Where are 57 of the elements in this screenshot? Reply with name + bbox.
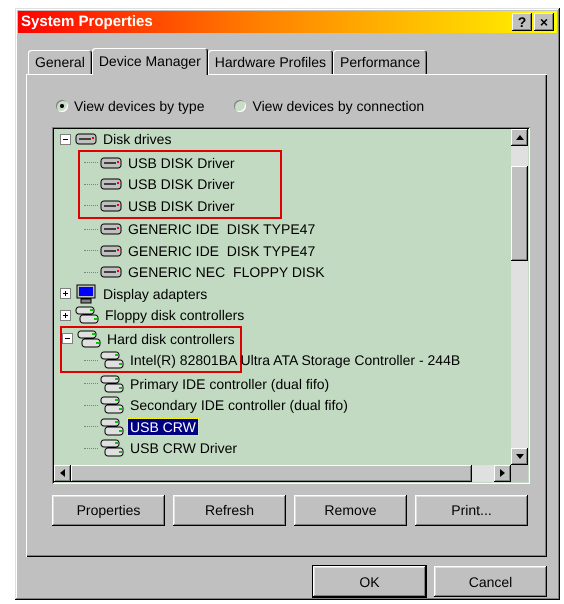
arrow-icon xyxy=(516,454,524,459)
tree-item[interactable]: Disk drives xyxy=(101,131,174,148)
radio-button[interactable] xyxy=(234,100,246,112)
disk-drive-icon xyxy=(100,244,122,257)
window-title: System Properties xyxy=(21,13,154,30)
tree-item[interactable]: USB DISK Driver xyxy=(126,176,237,192)
help-button[interactable]: ? xyxy=(512,12,532,31)
dialog-button[interactable]: Cancel xyxy=(434,566,547,597)
horizontal-scrollbar[interactable] xyxy=(54,464,511,482)
controller-icon xyxy=(77,330,101,348)
dialog-button[interactable]: OK xyxy=(313,566,426,597)
expand-box[interactable] xyxy=(60,288,71,300)
radio-label[interactable]: View devices by connection xyxy=(252,98,424,114)
tree-item[interactable]: GENERIC IDE DISK TYPE47 xyxy=(126,242,318,259)
arrow-icon xyxy=(60,469,65,478)
tree-item[interactable]: Floppy disk controllers xyxy=(103,307,246,324)
tree-item[interactable]: GENERIC NEC FLOPPY DISK xyxy=(126,264,327,280)
disk-drive-icon xyxy=(100,266,122,278)
tree-item[interactable]: USB CRW Driver xyxy=(128,440,240,456)
expand-box[interactable] xyxy=(60,310,71,321)
vertical-scrollbar[interactable] xyxy=(511,128,528,465)
disk-drive-icon xyxy=(100,178,122,190)
controller-icon xyxy=(100,418,124,436)
tab[interactable]: Device Manager xyxy=(92,48,208,75)
tree-item[interactable]: Hard disk controllers xyxy=(105,330,237,347)
scrollbar-corner xyxy=(511,464,528,482)
radio-button[interactable] xyxy=(56,100,68,112)
tree-item[interactable]: Display adapters xyxy=(101,286,210,302)
tab[interactable]: Hardware Profiles xyxy=(208,50,334,74)
monitor-icon xyxy=(75,284,97,304)
close-button[interactable]: × xyxy=(534,12,554,31)
radio-label[interactable]: View devices by type xyxy=(74,98,204,114)
controller-icon xyxy=(100,351,124,370)
collapse-box[interactable] xyxy=(60,134,71,145)
controller-icon xyxy=(100,396,124,414)
controller-icon xyxy=(100,374,124,393)
tree-item[interactable]: USB DISK Driver xyxy=(126,198,237,214)
tab[interactable]: General xyxy=(28,50,92,74)
disk-drive-icon xyxy=(100,156,122,169)
disk-drive-icon xyxy=(75,133,97,146)
action-button[interactable]: Refresh xyxy=(173,494,286,526)
tree-item[interactable]: GENERIC IDE DISK TYPE47 xyxy=(126,221,318,238)
disk-drive-icon xyxy=(100,200,122,212)
tab[interactable]: Performance xyxy=(333,50,428,74)
disk-drive-icon xyxy=(100,223,122,236)
arrow-icon xyxy=(500,469,505,478)
collapse-box[interactable] xyxy=(62,333,73,344)
action-button[interactable]: Print... xyxy=(415,494,528,526)
tree-item[interactable]: USB CRW xyxy=(128,418,198,435)
tree-item[interactable]: Primary IDE controller (dual fifo) xyxy=(128,376,332,392)
tree-item[interactable]: USB DISK Driver xyxy=(126,154,237,171)
arrow-icon xyxy=(516,134,524,140)
action-button[interactable]: Properties xyxy=(52,494,165,526)
controller-icon xyxy=(75,306,99,324)
action-button[interactable]: Remove xyxy=(294,494,407,526)
tree-item[interactable]: Secondary IDE controller (dual fifo) xyxy=(128,397,350,414)
controller-icon xyxy=(100,439,124,458)
